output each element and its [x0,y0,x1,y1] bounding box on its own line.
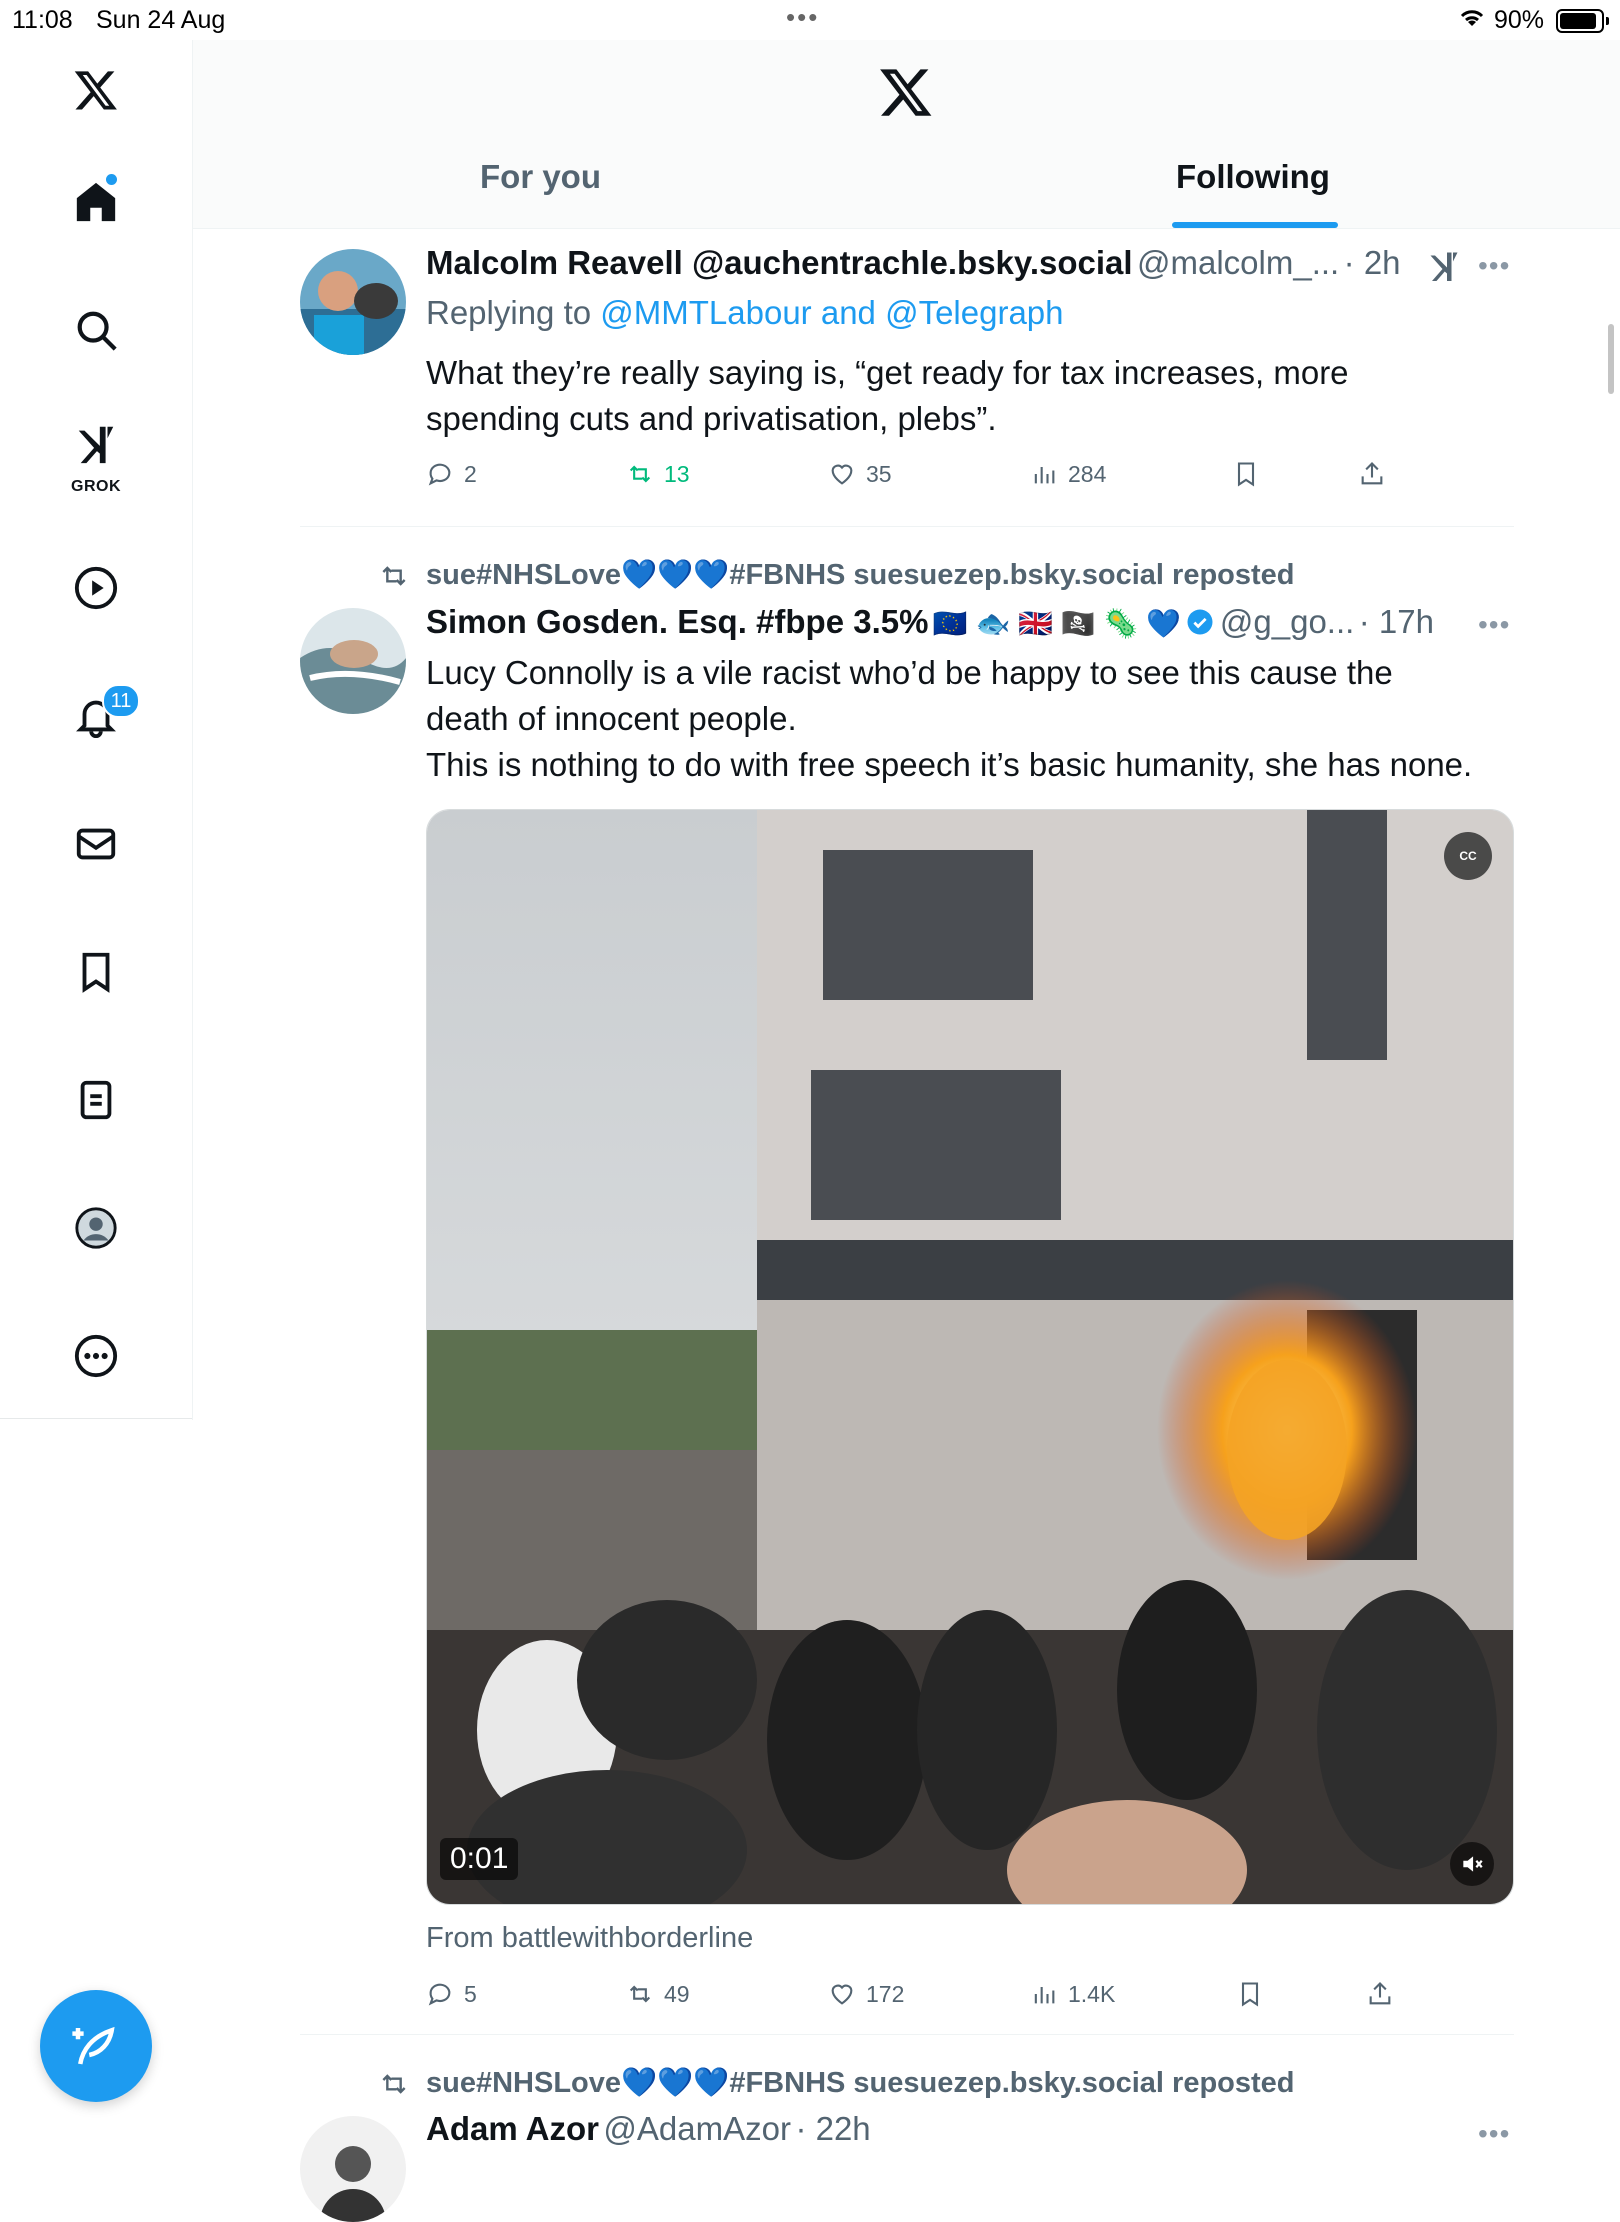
compose-feather-icon [72,2026,115,2065]
grok-icon[interactable] [56,404,136,484]
search-icon[interactable] [56,290,136,370]
active-tab-indicator [1172,222,1338,228]
battery-icon [1556,9,1609,33]
views-icon [1034,1987,1055,2004]
tab-following[interactable]: Following [1176,158,1330,196]
status-bar: 11:08 Sun 24 Aug ••• 90% [0,0,1620,40]
share-button[interactable] [1358,460,1386,488]
list-icon[interactable] [56,1060,136,1140]
share-icon [1361,462,1383,485]
avatar[interactable] [300,608,406,714]
wifi-icon [1458,6,1486,37]
closed-captions-button[interactable]: CC [1444,832,1492,880]
views-icon [1034,467,1055,484]
video-frame [427,810,1513,1904]
status-time: 11:08 [12,6,73,34]
repost-button[interactable]: 49 [626,1980,690,2008]
repost-icon [382,2074,406,2094]
notifications-badge: 11 [102,684,140,718]
share-button[interactable] [1366,1980,1394,2008]
tweet-text-line: Lucy Connolly is a vile racist who’d be … [426,654,1393,691]
views-button[interactable]: 1.4K [1030,1980,1115,2008]
tweet-text-line: This is nothing to do with free speech i… [426,746,1473,783]
tweet-text-line: death of innocent people. [426,700,797,737]
video-duration: 0:01 [440,1838,519,1880]
profile-icon[interactable] [56,1188,136,1268]
bookmark-button[interactable] [1236,1980,1264,2008]
avatar[interactable] [300,249,406,355]
tweet-divider [300,2034,1514,2035]
like-button[interactable]: 172 [828,1980,904,2008]
scrollbar[interactable] [1608,324,1614,394]
repost-count: 49 [664,1980,690,2007]
author-name-emojis: 🇪🇺 🐟 🇬🇧 🏴‍☠️ 🦠 💙 [932,608,1181,639]
tweet-time[interactable]: · 2h [1344,244,1401,281]
grok-label: GROK [71,478,121,495]
view-count: 284 [1068,460,1107,487]
more-options-icon[interactable]: ••• [1478,609,1510,641]
reply-icon [428,1983,451,2006]
reposted-by[interactable]: sue#NHSLove💙💙💙#FBNHS suesuezep.bsky.soci… [426,2066,1295,2100]
bookmark-icon [1241,1982,1259,2007]
bookmark-icon[interactable] [56,932,136,1012]
home-unread-dot [106,174,117,185]
bookmark-icon [1237,462,1255,487]
like-button[interactable]: 35 [828,460,892,488]
status-date: Sun 24 Aug [96,6,226,34]
tweet-text-line: spending cuts and privatisation, plebs”. [426,400,997,437]
heart-icon [831,464,853,485]
tweet-divider [300,526,1514,527]
mail-icon[interactable] [56,804,136,884]
play-icon[interactable] [56,548,136,628]
more-options-icon[interactable]: ••• [1478,250,1510,282]
tweet-time[interactable]: · 22h [795,2110,870,2147]
like-count: 35 [866,460,892,487]
author-name[interactable]: Simon Gosden. Esq. #fbpe 3.5% [426,603,928,640]
battery-percent: 90% [1494,6,1545,34]
reply-count: 2 [464,460,477,487]
author-handle[interactable]: @AdamAzor [603,2110,791,2147]
author-name[interactable]: Adam Azor [426,2110,599,2147]
sidebar-divider [0,1418,192,1419]
author-name[interactable]: Malcolm Reavell @auchentrachle.bsky.soci… [426,244,1133,281]
repost-button[interactable]: 13 [626,460,690,488]
author-handle[interactable]: @g_go... [1220,603,1354,640]
reply-button[interactable]: 5 [426,1980,477,2008]
repost-icon [382,566,406,586]
more-icon[interactable] [56,1316,136,1396]
video-player[interactable] [426,809,1514,1905]
verified-badge-icon [1187,609,1213,635]
x-logo-icon[interactable] [56,50,136,130]
mute-button[interactable] [1450,1842,1494,1886]
share-icon [1369,1982,1391,2005]
speaker-muted-icon [1463,1856,1483,1872]
repost-icon [629,465,651,483]
repost-icon [629,1985,651,2003]
replying-prefix: Replying to [426,294,592,331]
bookmark-button[interactable] [1232,460,1260,488]
multitasking-dots-icon[interactable]: ••• [786,2,819,33]
home-icon[interactable] [56,162,136,242]
x-logo-icon[interactable] [878,64,934,120]
more-options-icon[interactable]: ••• [1478,2118,1510,2150]
tweet-time[interactable]: · 17h [1359,603,1434,640]
compose-button[interactable] [40,1990,152,2102]
reposted-by[interactable]: sue#NHSLove💙💙💙#FBNHS suesuezep.bsky.soci… [426,558,1295,592]
author-handle[interactable]: @malcolm_... [1137,244,1339,281]
like-count: 172 [866,1980,905,2007]
repost-count: 13 [664,460,690,487]
tweet-text-line: What they’re really saying is, “get read… [426,354,1349,391]
view-count: 1.4K [1068,1980,1116,2007]
reply-button[interactable]: 2 [426,460,477,488]
video-source[interactable]: From battlewithborderline [426,1922,753,1955]
reply-count: 5 [464,1980,477,2007]
reply-icon [428,463,451,486]
tab-for-you[interactable]: For you [480,158,601,196]
avatar[interactable] [300,2116,406,2222]
grok-icon[interactable] [1426,248,1462,284]
replying-to-link[interactable]: @MMTLabour and @Telegraph [600,294,1063,331]
views-button[interactable]: 284 [1030,460,1106,488]
heart-icon [831,1984,853,2005]
